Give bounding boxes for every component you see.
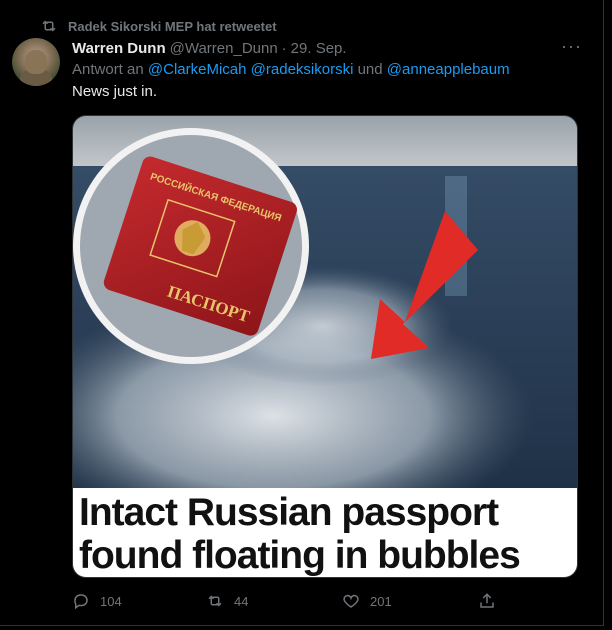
retweet-icon bbox=[208, 595, 222, 607]
author-name[interactable]: Warren Dunn bbox=[72, 40, 166, 57]
avatar[interactable] bbox=[12, 38, 60, 86]
reply-icon bbox=[74, 594, 88, 610]
reply-button[interactable]: 104 bbox=[72, 592, 122, 610]
caption-line-2: found floating in bubbles bbox=[79, 534, 521, 577]
mention-link[interactable]: @anneapplebaum bbox=[387, 61, 510, 78]
reply-prefix: Antwort an bbox=[72, 61, 144, 78]
like-count: 201 bbox=[370, 593, 392, 609]
retweet-banner-text: Radek Sikorski MEP hat retweetet bbox=[68, 18, 277, 34]
tweet-date[interactable]: 29. Sep. bbox=[291, 40, 347, 57]
action-bar: 104 44 201 bbox=[72, 590, 512, 612]
author-handle[interactable]: @Warren_Dunn bbox=[170, 40, 278, 57]
reply-conjunction: und bbox=[357, 61, 383, 78]
mention-link[interactable]: @ClarkeMicah bbox=[148, 61, 247, 78]
reply-count: 104 bbox=[100, 593, 122, 609]
separator-dot: · bbox=[281, 39, 287, 57]
like-button[interactable]: 201 bbox=[342, 592, 392, 610]
tweet-header: Warren Dunn @Warren_Dunn · 29. Sep. ··· bbox=[72, 36, 582, 58]
passport-inset: РОССИЙСКАЯ ФЕДЕРАЦИЯ ПАСПОРТ bbox=[73, 128, 309, 364]
caption-line-1: Intact Russian passport bbox=[79, 491, 499, 534]
mention-link[interactable]: @radeksikorski bbox=[251, 61, 354, 78]
heart-icon bbox=[343, 594, 359, 608]
share-icon bbox=[480, 593, 494, 608]
tweet-image[interactable]: РОССИЙСКАЯ ФЕДЕРАЦИЯ ПАСПОРТ Intact Russ… bbox=[72, 115, 578, 578]
more-options-icon[interactable]: ··· bbox=[561, 36, 582, 57]
tweet-card[interactable]: Radek Sikorski MEP hat retweetet Warren … bbox=[0, 0, 604, 626]
sea-photo: РОССИЙСКАЯ ФЕДЕРАЦИЯ ПАСПОРТ bbox=[73, 116, 577, 490]
retweet-banner: Radek Sikorski MEP hat retweetet bbox=[40, 16, 277, 36]
image-caption: Intact Russian passport found floating i… bbox=[73, 488, 577, 577]
tweet-text: News just in. bbox=[72, 83, 158, 100]
retweet-icon bbox=[42, 20, 56, 32]
retweet-button[interactable]: 44 bbox=[206, 592, 248, 610]
share-button[interactable] bbox=[478, 592, 496, 610]
retweet-count: 44 bbox=[234, 593, 249, 609]
reply-context: Antwort an @ClarkeMicah @radeksikorski u… bbox=[72, 61, 510, 78]
